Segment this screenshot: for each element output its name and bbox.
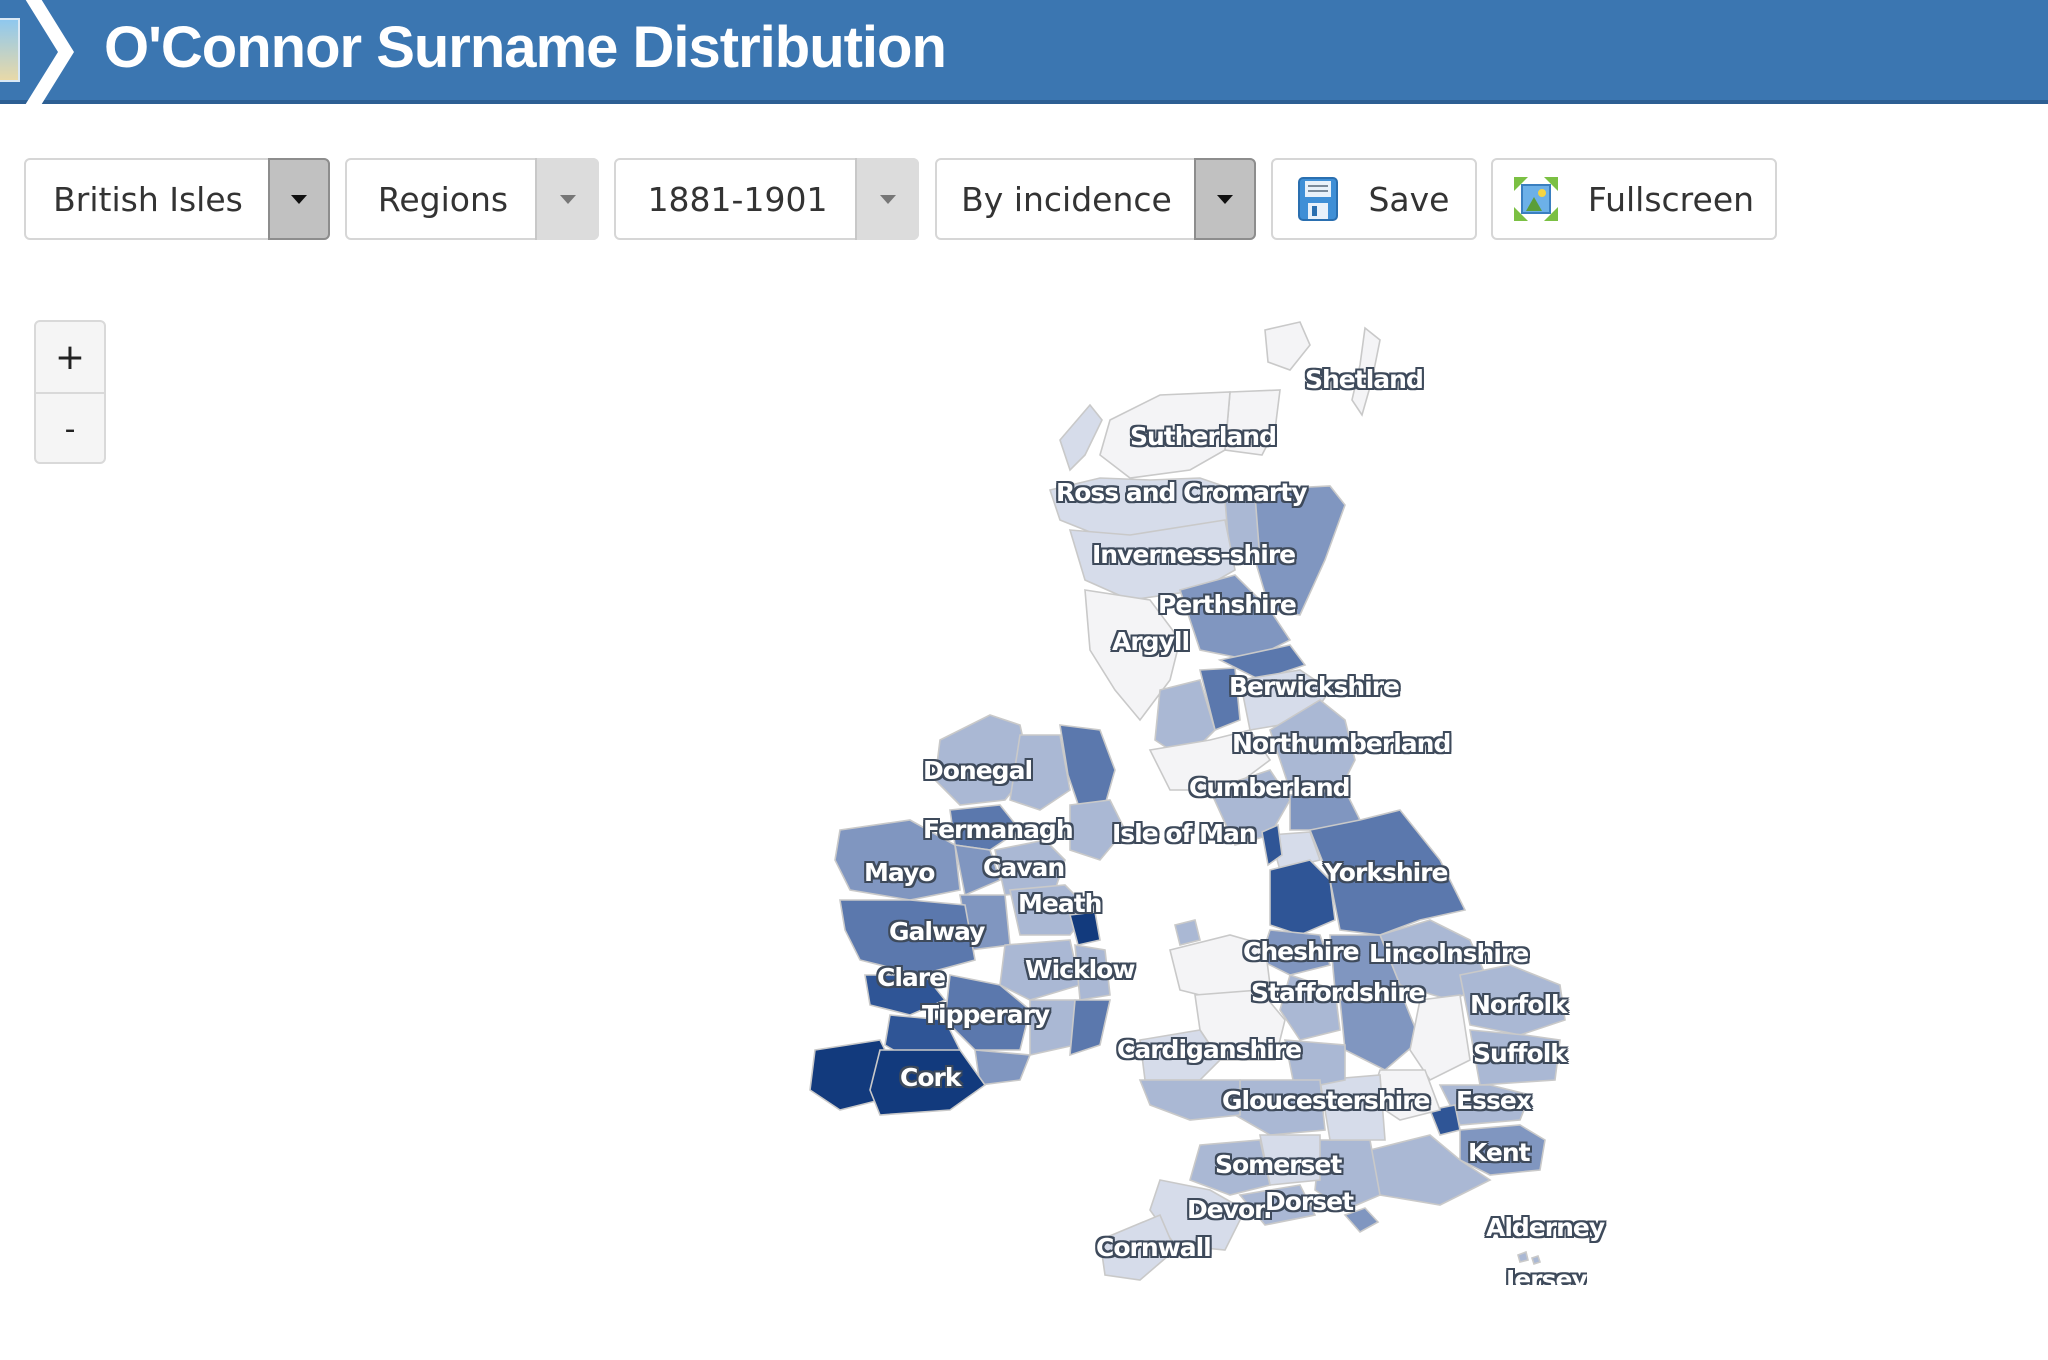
label-essex: Essex: [1456, 1086, 1532, 1115]
map-zoom-control: + -: [34, 320, 106, 464]
label-yorkshire: Yorkshire: [1324, 858, 1448, 887]
area-select[interactable]: British Isles: [24, 158, 330, 240]
label-devon: Devon: [1187, 1195, 1272, 1224]
fullscreen-icon: [1513, 177, 1558, 221]
map-icon[interactable]: [0, 18, 20, 82]
chevron-down-icon[interactable]: [855, 158, 919, 240]
region-alderney[interactable]: [1517, 1250, 1529, 1263]
label-dorset: Dorset: [1265, 1187, 1354, 1216]
channel-islands: [1517, 1250, 1542, 1266]
label-sutherland: Sutherland: [1130, 422, 1277, 451]
fullscreen-button-label: Fullscreen: [1587, 179, 1755, 219]
label-isle-of-man: Isle of Man: [1112, 819, 1257, 848]
label-kent: Kent: [1468, 1138, 1531, 1167]
label-perthshire: Perthshire: [1158, 590, 1297, 619]
label-mayo: Mayo: [864, 858, 935, 887]
zoom-in-button[interactable]: +: [36, 322, 104, 394]
region-wexford[interactable]: [1069, 999, 1111, 1057]
label-lincolnshire: Lincolnshire: [1369, 939, 1529, 968]
mode-select[interactable]: By incidence: [935, 158, 1256, 240]
save-button-label: Save: [1368, 179, 1450, 219]
chevron-down-icon[interactable]: [268, 158, 330, 240]
label-galway: Galway: [889, 917, 985, 946]
chevron-down-icon[interactable]: [1194, 158, 1256, 240]
level-select[interactable]: Regions: [345, 158, 599, 240]
zoom-out-button[interactable]: -: [36, 394, 104, 464]
label-donegal: Donegal: [923, 756, 1033, 785]
label-fermanagh: Fermanagh: [923, 815, 1074, 844]
app-header: O'Connor Surname Distribution: [0, 0, 2048, 110]
region-anglesey[interactable]: [1174, 919, 1201, 946]
region-lewis[interactable]: [1059, 403, 1103, 472]
label-tipperary: Tipperary: [922, 1000, 1050, 1029]
label-suffolk: Suffolk: [1473, 1039, 1567, 1068]
level-select-value: Regions: [377, 179, 509, 219]
label-cavan: Cavan: [983, 853, 1065, 882]
label-berwickshire: Berwickshire: [1229, 672, 1400, 701]
label-wicklow: Wicklow: [1025, 955, 1135, 984]
label-cornwall: Cornwall: [1096, 1233, 1212, 1262]
label-argyll: Argyll: [1112, 627, 1190, 656]
period-select-value: 1881-1901: [647, 179, 828, 219]
label-shetland: Shetland: [1305, 365, 1424, 394]
floppy-disk-icon: [1298, 177, 1339, 221]
label-clare: Clare: [877, 963, 946, 992]
label-somerset: Somerset: [1215, 1150, 1342, 1179]
period-select[interactable]: 1881-1901: [614, 158, 919, 240]
label-norfolk: Norfolk: [1470, 990, 1568, 1019]
label-cork: Cork: [900, 1063, 961, 1092]
breadcrumb-chevron-icon: [22, 0, 74, 110]
region-orkney[interactable]: [1264, 321, 1311, 371]
label-inverness-shire: Inverness-shire: [1092, 540, 1296, 569]
mode-select-value: By incidence: [961, 179, 1172, 219]
area-select-value: British Isles: [53, 179, 243, 219]
save-button[interactable]: Save: [1271, 158, 1477, 240]
fullscreen-button[interactable]: Fullscreen: [1491, 158, 1777, 240]
label-staffordshire: Staffordshire: [1251, 978, 1426, 1007]
page-title: O'Connor Surname Distribution: [104, 15, 947, 80]
region-jersey[interactable]: [1530, 1254, 1542, 1266]
region-antrim[interactable]: [1059, 724, 1116, 811]
chevron-down-icon[interactable]: [535, 158, 599, 240]
label-cumberland: Cumberland: [1189, 773, 1351, 802]
label-jersey: Jersey: [1506, 1265, 1587, 1285]
label-alderney: Alderney: [1486, 1213, 1605, 1242]
label-gloucestershire: Gloucestershire: [1222, 1086, 1430, 1115]
region-waterford[interactable]: [974, 1049, 1032, 1086]
label-meath: Meath: [1018, 889, 1102, 918]
region-cambridgeshire[interactable]: [1409, 994, 1471, 1082]
label-ross-and-cromarty: Ross and Cromarty: [1056, 478, 1308, 507]
label-northumberland: Northumberland: [1232, 729, 1451, 758]
label-cardiganshire: Cardiganshire: [1117, 1035, 1302, 1064]
label-cheshire: Cheshire: [1243, 937, 1360, 966]
